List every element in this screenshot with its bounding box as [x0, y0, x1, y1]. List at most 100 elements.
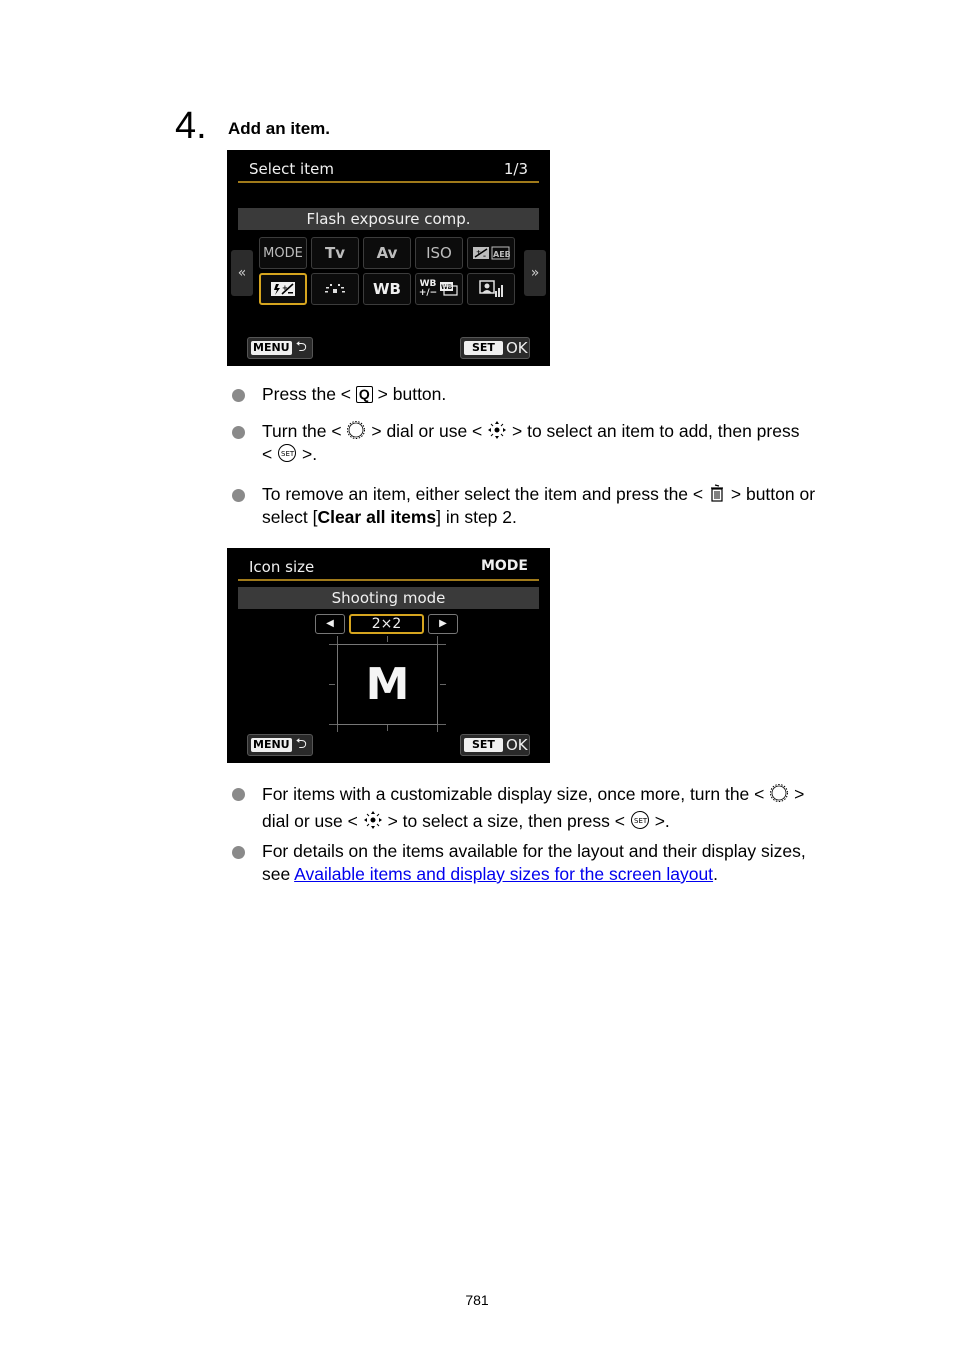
text: >.: [654, 811, 670, 831]
text: > button or: [730, 484, 816, 504]
page-indicator: 1/3: [503, 160, 528, 178]
grid-tick: [438, 724, 446, 725]
grid-tick: [437, 725, 438, 732]
wb-bracket-icon: WB: [440, 282, 458, 296]
item-exposure-comp-aeb[interactable]: + – AEB: [467, 237, 515, 269]
text: ] in step 2.: [436, 507, 517, 527]
item-drive-mode[interactable]: [311, 273, 359, 305]
set-button-icon: SET: [630, 811, 649, 829]
text: <: [262, 444, 273, 464]
multi-controller-icon: [363, 811, 382, 829]
return-icon: ⮌: [295, 736, 307, 752]
svg-text:SET: SET: [634, 817, 648, 825]
set-label: SET: [464, 341, 503, 355]
grid-tick: [329, 684, 335, 685]
bullet-dot: [232, 489, 245, 502]
menu-back-button[interactable]: MENU ⮌: [247, 734, 313, 756]
text: select [: [262, 507, 318, 527]
svg-text:AEB: AEB: [493, 250, 510, 259]
instruction-select-size: For items with a customizable display si…: [230, 781, 880, 835]
text: > button.: [377, 384, 447, 404]
set-ok-button[interactable]: SET OK: [460, 337, 530, 359]
camera-screen-icon-size: Icon size MODE Shooting mode ◀ 2×2 ▶ M M…: [227, 548, 550, 763]
svg-text:–: –: [483, 253, 486, 260]
item-picture-style[interactable]: [467, 273, 515, 305]
quick-control-icon: Q: [355, 386, 373, 403]
title-divider: [238, 579, 539, 581]
text: > to select a size, then press <: [387, 811, 625, 831]
grid-tick: [387, 725, 388, 731]
instruction-details: For details on the items available for t…: [230, 840, 880, 886]
bullet-dot: [232, 788, 245, 801]
flash-exposure-comp-icon: +: [271, 282, 295, 296]
selected-item-name: Shooting mode: [238, 587, 539, 609]
text: Press the <: [262, 384, 352, 404]
bullet-dot: [232, 846, 245, 859]
page-number: 781: [465, 1292, 489, 1308]
bullet-dot: [232, 426, 245, 439]
grid-tick: [337, 636, 338, 644]
menu-label: MENU: [251, 341, 292, 355]
menu-label: MENU: [251, 738, 292, 752]
size-selector: ◀ 2×2 ▶: [315, 614, 458, 636]
ok-label: OK: [505, 339, 528, 357]
grid-tick: [438, 644, 446, 645]
item-flash-exposure-comp[interactable]: +: [259, 273, 307, 305]
text: >: [794, 784, 805, 804]
item-mode[interactable]: MODE: [259, 237, 307, 269]
grid-tick: [329, 724, 337, 725]
bullet-dot: [232, 389, 245, 402]
item-iso[interactable]: ISO: [415, 237, 463, 269]
text: For details on the items available for t…: [262, 841, 806, 861]
grid-tick: [440, 684, 446, 685]
grid-tick: [329, 644, 337, 645]
step-title: Add an item.: [228, 119, 331, 138]
multi-controller-icon: [488, 421, 507, 439]
icon-preview: M: [337, 644, 438, 725]
svg-text:+: +: [476, 249, 481, 256]
menu-reference: Clear all items: [317, 507, 437, 527]
item-wb-shift-bracket[interactable]: WB +/− WB: [415, 273, 463, 305]
text: >.: [301, 444, 318, 464]
svg-text:+: +: [282, 284, 288, 292]
exposure-comp-aeb-icon: + – AEB: [473, 246, 510, 260]
main-dial-icon: [347, 421, 366, 439]
text: .: [713, 864, 718, 884]
item-av[interactable]: Av: [363, 237, 411, 269]
screen-title: Icon size: [249, 558, 315, 576]
grid-tick: [387, 636, 388, 642]
grid-tick: [337, 725, 338, 732]
picture-style-icon: [479, 280, 503, 297]
set-ok-button[interactable]: SET OK: [460, 734, 530, 756]
svg-text:SET: SET: [281, 450, 295, 458]
instruction-select-item: Turn the < > dial or use < > to select a…: [230, 420, 880, 466]
item-grid: MODE Tv Av ISO + – AEB + WB WB +/− WB: [259, 237, 519, 305]
shooting-mode-letter: M: [365, 659, 410, 710]
text: To remove an item, either select the ite…: [262, 484, 704, 504]
screen-title: Select item: [249, 160, 334, 178]
item-tv[interactable]: Tv: [311, 237, 359, 269]
text: Turn the <: [262, 421, 342, 441]
camera-screen-select-item: Select item 1/3 Flash exposure comp. « »…: [227, 150, 550, 366]
step-number: 4.: [175, 105, 207, 147]
drive-mode-icon: [325, 284, 345, 293]
main-dial-icon: [770, 784, 789, 802]
set-button-icon: SET: [278, 444, 297, 462]
return-icon: ⮌: [295, 339, 307, 355]
svg-text:WB: WB: [441, 284, 453, 291]
size-increase-button[interactable]: ▶: [428, 614, 458, 634]
menu-back-button[interactable]: MENU ⮌: [247, 337, 313, 359]
item-white-balance[interactable]: WB: [363, 273, 411, 305]
size-decrease-button[interactable]: ◀: [315, 614, 345, 634]
mode-label: MODE: [480, 558, 528, 574]
text: see: [262, 864, 295, 884]
size-value[interactable]: 2×2: [349, 614, 424, 634]
next-page-button[interactable]: »: [524, 250, 546, 296]
available-items-link[interactable]: Available items and display sizes for th…: [294, 864, 713, 884]
previous-page-button[interactable]: «: [231, 250, 253, 296]
trash-icon: [711, 484, 723, 502]
text: > dial or use <: [371, 421, 483, 441]
text: > to select an item to add, then press: [512, 421, 800, 441]
instruction-press-q: Press the < Q > button.: [230, 383, 880, 406]
wb-shift-sign: +/−: [418, 288, 438, 298]
